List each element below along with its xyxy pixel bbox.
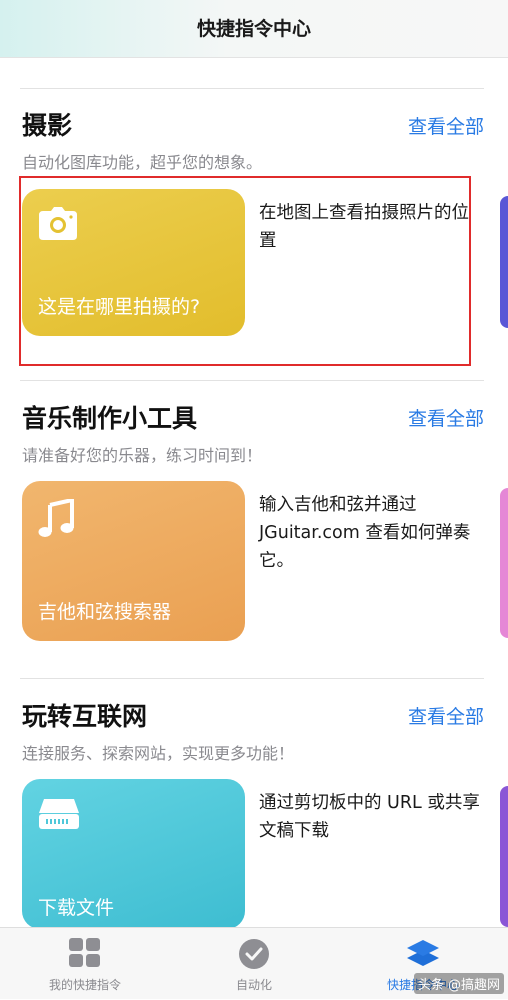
- see-all-photography-link[interactable]: 查看全部: [408, 112, 484, 139]
- see-all-internet-link[interactable]: 查看全部: [408, 702, 484, 729]
- section-divider: [20, 678, 484, 679]
- tab-label: 自动化: [235, 978, 272, 992]
- card-label: 下载文件: [38, 897, 115, 919]
- clock-check-icon: [238, 938, 270, 974]
- section-title-internet: 玩转互联网: [22, 702, 148, 731]
- next-card-peek[interactable]: [500, 786, 508, 927]
- section-subtitle-music: 请准备好您的乐器，练习时间到！: [22, 446, 263, 465]
- highlight-box: [19, 176, 471, 366]
- download-drive-icon: [38, 797, 80, 835]
- section-divider: [20, 380, 484, 381]
- card-description: 通过剪切板中的 URL 或共享文稿下载: [259, 793, 480, 841]
- card-description: 输入吉他和弦并通过JGuitar.com 查看如何弹奏它。: [259, 495, 471, 571]
- music-note-icon: [38, 497, 74, 543]
- section-divider: [20, 88, 484, 89]
- grid-icon: [69, 938, 101, 972]
- section-subtitle-photography: 自动化图库功能，超乎您的想象。: [22, 153, 263, 172]
- shortcut-card-download-file[interactable]: 下载文件: [22, 779, 245, 929]
- next-card-peek[interactable]: [500, 196, 508, 328]
- layers-icon: [406, 938, 440, 974]
- see-all-music-link[interactable]: 查看全部: [408, 404, 484, 431]
- nav-bar: 快捷指令中心: [0, 0, 508, 58]
- page-title: 快捷指令中心: [196, 18, 311, 40]
- tab-my-shortcuts[interactable]: 我的快捷指令: [0, 928, 170, 1000]
- section-title-music: 音乐制作小工具: [22, 404, 198, 433]
- card-label: 吉他和弦搜索器: [38, 601, 172, 623]
- tab-automation[interactable]: 自动化: [169, 928, 339, 1000]
- tab-label: 我的快捷指令: [48, 978, 121, 992]
- section-subtitle-internet: 连接服务、探索网站，实现更多功能！: [22, 744, 295, 763]
- section-title-photography: 摄影: [22, 111, 73, 140]
- watermark: 头条 @搞趣网: [413, 973, 504, 994]
- shortcut-card-guitar-chord[interactable]: 吉他和弦搜索器: [22, 481, 245, 641]
- next-card-peek[interactable]: [500, 488, 508, 638]
